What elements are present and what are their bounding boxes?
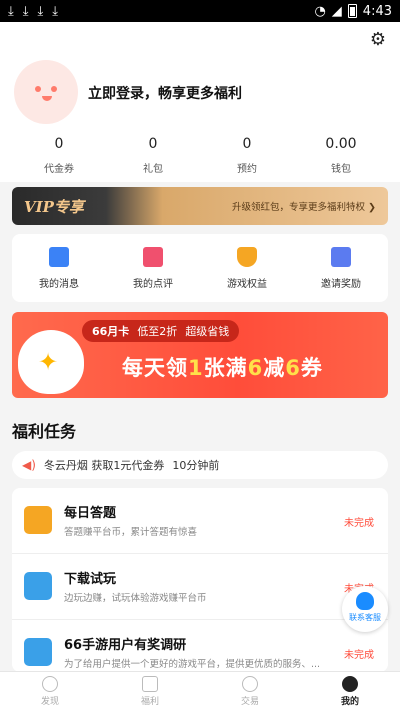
mascot-image: ✦ <box>18 330 84 394</box>
slogan-part: 张满 <box>203 356 248 380</box>
slogan-part: 6 <box>247 356 264 380</box>
tab-discover[interactable]: 发现 <box>10 676 90 707</box>
task-item-survey[interactable]: 66手游用户有奖调研 为了给用户提供一个更好的游戏平台，提供更优质的服务、...… <box>12 620 388 672</box>
review-icon <box>143 246 163 267</box>
task-desc: 边玩边赚，试玩体验游戏赚平台币 <box>64 593 207 604</box>
download-icon: ⤓ <box>22 3 29 19</box>
task-item-daily-quiz[interactable]: 每日答题 答题赚平台币，累计答题有惊喜 未完成 <box>12 488 388 554</box>
slogan-part: 券 <box>300 356 323 380</box>
reward-ticker: ◀) 冬云丹烟 获取1元代金券 10分钟前 <box>12 451 388 479</box>
stat-label: 预约 <box>237 164 257 175</box>
download-icon: ⤓ <box>52 3 58 19</box>
status-right: ◔ ◢ 4:43 <box>314 4 392 19</box>
profile-icon <box>342 676 358 692</box>
status-time: 4:43 <box>362 3 392 19</box>
banner-sub1: 低至2折 <box>137 325 178 338</box>
quick-item-label: 我的消息 <box>39 278 79 290</box>
bottom-tabbar: 发现 福利 交易 我的 <box>0 671 400 711</box>
ticker-text: 冬云丹烟 获取1元代金券 <box>43 459 165 472</box>
stat-vouchers[interactable]: 0 代金券 <box>12 136 106 175</box>
shield-check-icon <box>237 246 257 267</box>
avatar[interactable] <box>14 60 78 124</box>
contact-service-label: 联系客服 <box>349 613 381 622</box>
status-bar: ⤓ ⤓ ⤓ ⤓ ◔ ◢ 4:43 <box>0 0 400 22</box>
stat-label: 钱包 <box>331 164 351 175</box>
task-status: 未完成 <box>344 650 374 661</box>
quick-item-label: 邀请奖励 <box>321 278 361 290</box>
tab-welfare[interactable]: 福利 <box>110 676 190 707</box>
task-list: 每日答题 答题赚平台币，累计答题有惊喜 未完成 下载试玩 边玩边赚，试玩体验游戏… <box>12 488 388 672</box>
tab-label: 福利 <box>140 697 159 707</box>
slogan-part: 每天领 <box>122 356 188 380</box>
stat-reservations[interactable]: 0 预约 <box>200 136 294 175</box>
ticker-time: 10分钟前 <box>172 459 220 472</box>
stat-wallet[interactable]: 0.00 钱包 <box>294 136 388 175</box>
download-icon: ⤓ <box>37 3 44 19</box>
invite-icon <box>331 246 351 267</box>
login-prompt[interactable]: 立即登录，畅享更多福利 <box>88 83 242 103</box>
task-name: 66手游用户有奖调研 <box>64 638 187 653</box>
download-game-icon <box>24 572 52 600</box>
task-desc: 答题赚平台币，累计答题有惊喜 <box>64 527 198 538</box>
vip-tag: VIP专享 <box>24 197 84 216</box>
stats-row: 0 代金券 0 礼包 0 预约 0.00 钱包 <box>12 136 388 175</box>
banner-sub2: 超级省钱 <box>185 325 230 338</box>
quick-item-reviews[interactable]: 我的点评 <box>113 246 193 290</box>
task-item-download-trial[interactable]: 下载试玩 边玩边赚，试玩体验游戏赚平台币 未完成 <box>12 554 388 620</box>
tab-label: 我的 <box>340 697 359 707</box>
tab-trade[interactable]: 交易 <box>210 676 290 707</box>
quick-item-label: 游戏权益 <box>227 278 267 290</box>
stat-gifts[interactable]: 0 礼包 <box>106 136 200 175</box>
wifi-icon: ◔ <box>314 3 326 19</box>
quiz-icon <box>24 506 52 534</box>
slogan-part: 1 <box>188 356 204 380</box>
quick-item-label: 我的点评 <box>133 278 173 290</box>
vip-banner[interactable]: VIP专享 升级领红包，专享更多福利特权 ❯ <box>12 187 388 225</box>
avatar-face <box>14 60 78 124</box>
star-icon: ✦ <box>38 348 59 376</box>
section-title: 福利任务 <box>12 422 77 441</box>
signal-icon: ◢ <box>331 3 342 19</box>
survey-icon <box>24 638 52 666</box>
contact-service-button[interactable]: 联系客服 <box>342 586 388 632</box>
quick-actions: 我的消息 我的点评 游戏权益 邀请奖励 <box>12 234 388 302</box>
banner-slogan: 每天领1张满6减6券 <box>122 352 323 382</box>
message-icon <box>49 246 69 267</box>
stat-value: 0.00 <box>325 136 357 152</box>
stat-value: 0 <box>148 136 158 152</box>
stat-label: 代金券 <box>44 164 74 175</box>
vip-desc: 升级领红包，专享更多福利特权 ❯ <box>232 202 376 213</box>
banner-card-name: 66月卡 <box>92 325 130 338</box>
tab-label: 交易 <box>240 697 259 707</box>
status-left: ⤓ ⤓ ⤓ ⤓ <box>8 4 58 19</box>
quick-item-messages[interactable]: 我的消息 <box>19 246 99 290</box>
task-status: 未完成 <box>344 518 374 529</box>
task-name: 每日答题 <box>64 506 117 521</box>
stat-label: 礼包 <box>143 164 163 175</box>
slogan-part: 减 <box>263 356 286 380</box>
tab-mine[interactable]: 我的 <box>310 676 390 707</box>
avatar-mouth <box>42 96 52 101</box>
monthly-card-banner[interactable]: ✦ 66月卡 低至2折 超级省钱 每天领1张满6减6券 <box>12 312 388 398</box>
quick-item-benefits[interactable]: 游戏权益 <box>207 246 287 290</box>
discover-icon <box>42 676 58 692</box>
stat-value: 0 <box>242 136 252 152</box>
trade-icon <box>242 676 258 692</box>
task-desc: 为了给用户提供一个更好的游戏平台，提供更优质的服务、... <box>64 659 321 670</box>
download-icon: ⤓ <box>8 3 14 19</box>
slogan-part: 6 <box>285 356 301 380</box>
battery-icon <box>347 4 357 18</box>
task-name: 下载试玩 <box>64 572 117 587</box>
gamepad-icon <box>142 676 158 692</box>
qq-icon <box>356 592 374 610</box>
gear-icon[interactable]: ⚙ <box>368 30 388 50</box>
avatar-eye-left <box>35 86 41 92</box>
speaker-icon: ◀) <box>22 458 36 472</box>
avatar-eye-right <box>51 86 57 92</box>
quick-item-invite[interactable]: 邀请奖励 <box>301 246 381 290</box>
tab-label: 发现 <box>40 697 59 707</box>
stat-value: 0 <box>54 136 64 152</box>
banner-pill: 66月卡 低至2折 超级省钱 <box>82 320 240 342</box>
